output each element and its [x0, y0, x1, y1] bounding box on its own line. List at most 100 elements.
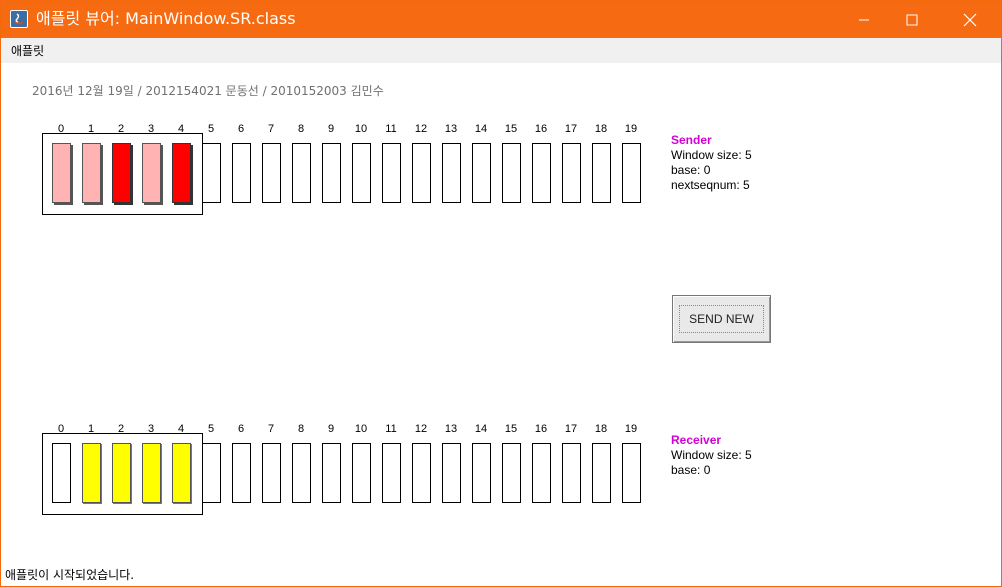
receiver-index-label: 18: [594, 423, 608, 435]
receiver-packet-cell: [322, 443, 341, 503]
sender-index-label: 12: [414, 123, 428, 135]
sender-index-label: 10: [354, 123, 368, 135]
sender-index-label: 11: [385, 123, 397, 135]
sender-index-label: 18: [594, 123, 608, 135]
applet-viewer-window: 애플릿 뷰어: MainWindow.SR.class 애플릿 2016년 12…: [0, 0, 1002, 587]
send-new-button[interactable]: SEND NEW: [672, 295, 771, 343]
receiver-index-label: 6: [237, 423, 245, 435]
maximize-button[interactable]: [889, 1, 935, 38]
minimize-button[interactable]: [841, 1, 887, 38]
receiver-index-label: 7: [267, 423, 275, 435]
receiver-packet-cell: [562, 443, 581, 503]
sender-packet-cell: [52, 143, 71, 203]
sender-packet-cell: [622, 143, 641, 203]
sender-packet-cell: [412, 143, 431, 203]
receiver-packet-cell: [352, 443, 371, 503]
receiver-base: base: 0: [671, 463, 711, 477]
sender-packet-cell: [202, 143, 221, 203]
receiver-index-label: 2: [117, 423, 125, 435]
receiver-index-label: 13: [444, 423, 458, 435]
applet-canvas: 2016년 12월 19일 / 2012154021 문동선 / 2010152…: [1, 63, 1001, 586]
sender-packet-cell: [592, 143, 611, 203]
receiver-index-label: 15: [504, 423, 518, 435]
receiver-packet-cell: [262, 443, 281, 503]
sender-packet-cell: [292, 143, 311, 203]
receiver-packet-cell: [442, 443, 461, 503]
receiver-packet-cell: [142, 443, 161, 503]
receiver-index-label: 5: [207, 423, 215, 435]
status-bar: 애플릿이 시작되었습니다.: [5, 568, 135, 582]
menu-bar: 애플릿: [1, 38, 1001, 63]
receiver-packet-cell: [52, 443, 71, 503]
menu-applet[interactable]: 애플릿: [11, 42, 44, 59]
receiver-packet-cell: [112, 443, 131, 503]
receiver-buffer: 0 1 2 3 4 5 6 7 8 9 10 11 12 13 14 15 16 17 18 19: [1, 423, 661, 533]
sender-index-label: 9: [327, 123, 335, 135]
receiver-packet-cell: [292, 443, 311, 503]
receiver-packet-cell: [622, 443, 641, 503]
sender-index-label: 13: [444, 123, 458, 135]
receiver-packet-cell: [412, 443, 431, 503]
java-icon: [10, 10, 28, 28]
sender-packet-cell: [82, 143, 101, 203]
title-bar[interactable]: 애플릿 뷰어: MainWindow.SR.class: [1, 1, 1001, 38]
receiver-index-label: 8: [297, 423, 305, 435]
sender-index-label: 16: [534, 123, 548, 135]
sender-packet-cell: [502, 143, 521, 203]
receiver-index-label: 16: [534, 423, 548, 435]
sender-index-label: 19: [624, 123, 638, 135]
sender-index-label: 0: [57, 123, 65, 135]
receiver-index-label: 17: [564, 423, 578, 435]
receiver-index-label: 19: [624, 423, 638, 435]
receiver-index-label: 1: [87, 423, 95, 435]
sender-index-label: 4: [177, 123, 185, 135]
sender-index-label: 2: [117, 123, 125, 135]
sender-base: base: 0: [671, 163, 711, 177]
sender-index-label: 14: [474, 123, 488, 135]
window-title: 애플릿 뷰어: MainWindow.SR.class: [36, 9, 296, 28]
sender-index-label: 15: [504, 123, 518, 135]
sender-index-label: 8: [297, 123, 305, 135]
sender-packet-cell: [112, 143, 131, 203]
receiver-packet-cell: [172, 443, 191, 503]
close-button[interactable]: [947, 1, 993, 38]
minimize-icon: [859, 19, 869, 20]
sender-packet-cell: [382, 143, 401, 203]
sender-buffer: 0 1 2 3 4 5 6 7 8 9 10 11 12 13 14 15 16 17 18 19: [1, 123, 661, 233]
receiver-packet-cell: [82, 443, 101, 503]
receiver-index-label: 12: [414, 423, 428, 435]
receiver-index-label: 9: [327, 423, 335, 435]
maximize-icon: [906, 14, 918, 25]
sender-window-size: Window size: 5: [671, 148, 752, 162]
sender-packet-cell: [562, 143, 581, 203]
sender-packet-cell: [322, 143, 341, 203]
receiver-packet-cell: [232, 443, 251, 503]
receiver-packet-cell: [592, 443, 611, 503]
sender-index-label: 3: [147, 123, 155, 135]
sender-index-label: 1: [87, 123, 95, 135]
receiver-window-size: Window size: 5: [671, 448, 752, 462]
sender-packet-cell: [472, 143, 491, 203]
close-icon: [963, 13, 977, 26]
receiver-packet-cell: [502, 443, 521, 503]
receiver-index-label: 10: [354, 423, 368, 435]
receiver-index-label: 0: [57, 423, 65, 435]
sender-index-label: 7: [267, 123, 275, 135]
receiver-packet-cell: [472, 443, 491, 503]
receiver-packet-cell: [202, 443, 221, 503]
receiver-info: Receiver Window size: 5 base: 0: [671, 433, 752, 478]
receiver-packet-cell: [382, 443, 401, 503]
sender-packet-cell: [262, 143, 281, 203]
receiver-index-label: 3: [147, 423, 155, 435]
sender-nextseqnum: nextseqnum: 5: [671, 178, 750, 192]
sender-title: Sender: [671, 133, 712, 147]
receiver-packet-cell: [532, 443, 551, 503]
receiver-title: Receiver: [671, 433, 722, 447]
sender-packet-cell: [172, 143, 191, 203]
sender-index-label: 17: [564, 123, 578, 135]
sender-info: Sender Window size: 5 base: 0 nextseqnum…: [671, 133, 752, 193]
sender-index-label: 6: [237, 123, 245, 135]
send-new-label: SEND NEW: [679, 305, 764, 333]
sender-packet-cell: [532, 143, 551, 203]
receiver-index-label: 11: [385, 423, 397, 435]
